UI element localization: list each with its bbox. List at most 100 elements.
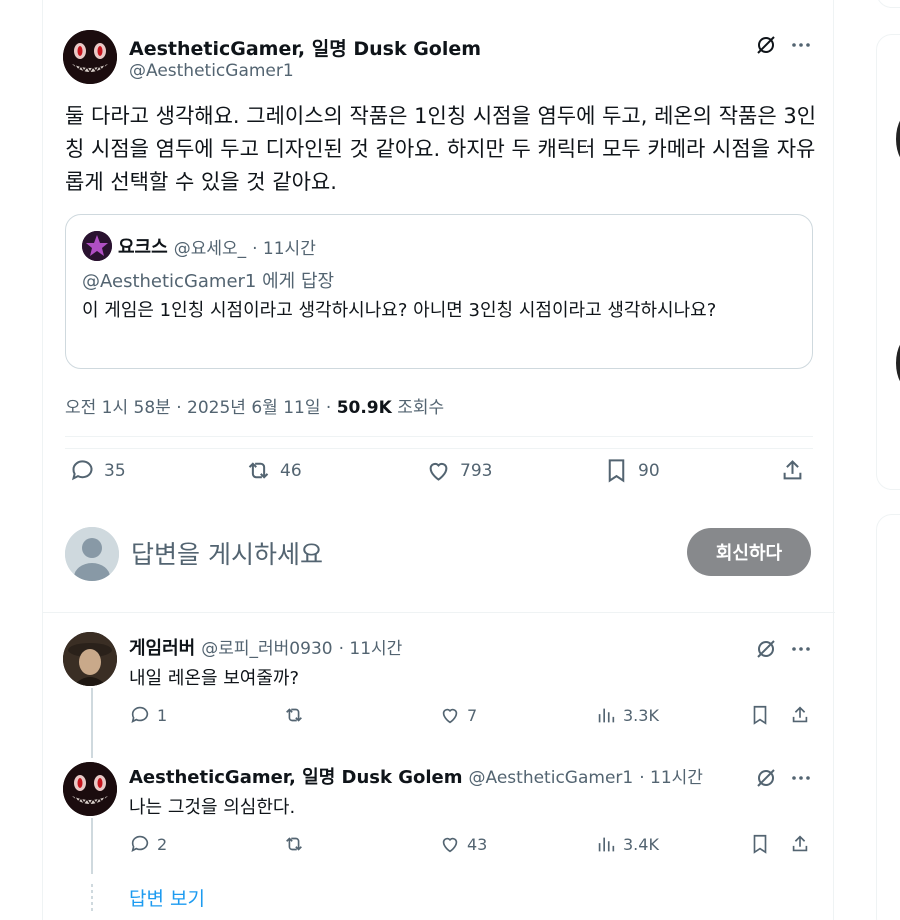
bookmark-button[interactable]	[749, 833, 771, 855]
tweet-timestamp[interactable]: 오전 1시 58분 · 2025년 6월 11일 ·	[65, 398, 337, 418]
repost-icon	[286, 837, 302, 851]
author-avatar[interactable]	[63, 30, 117, 84]
slash-circle-icon	[757, 769, 775, 787]
quote-reply-to: @AestheticGamer1 에게 답장	[82, 271, 335, 292]
author-name[interactable]: AestheticGamer, 일명 Dusk Golem	[129, 34, 481, 61]
reply-composer: 답변을 게시하세요 회신하다	[43, 503, 835, 613]
bookmark-button[interactable]: 90	[603, 457, 660, 484]
share-icon	[783, 460, 802, 480]
bookmark-button[interactable]	[749, 704, 771, 726]
reply-bubble-icon	[131, 706, 149, 723]
more-button[interactable]	[786, 634, 816, 664]
like-count: 43	[467, 834, 488, 854]
views-button[interactable]: 3.4K	[595, 833, 659, 855]
share-button[interactable]	[789, 704, 811, 726]
reply-input[interactable]: 답변을 게시하세요	[131, 535, 323, 571]
tweet-meta: 오전 1시 58분 · 2025년 6월 11일 · 50.9K 조회수	[65, 393, 444, 418]
slash-circle-icon	[757, 640, 775, 658]
views-count: 3.4K	[623, 834, 659, 854]
quote-author-handle: @요세오_	[173, 238, 247, 259]
heart-icon	[442, 837, 458, 853]
reply-count: 35	[104, 460, 126, 481]
quote-time: · 11시간	[252, 238, 316, 259]
repost-icon	[248, 462, 269, 479]
reply-text: 내일 레온을 보여줄까?	[129, 668, 300, 689]
bar-chart-icon	[598, 837, 615, 852]
reply-header: 게임러버 @로피_러버0930 · 11시간	[129, 634, 402, 660]
reply-author-handle[interactable]: @로피_러버0930	[201, 634, 332, 659]
repost-button[interactable]	[283, 704, 311, 726]
trends-card	[876, 34, 900, 490]
reply-item[interactable]: 게임러버 @로피_러버0930 · 11시간 내일 레온을 보여줄까? 1 7	[43, 634, 835, 744]
grok-button[interactable]	[751, 763, 781, 793]
default-user-icon	[65, 527, 119, 581]
reply-button[interactable]: 1	[129, 704, 167, 726]
user-avatar[interactable]	[65, 527, 119, 581]
repost-button[interactable]	[283, 833, 311, 855]
quote-author-name: 요크스	[118, 237, 168, 258]
bookmark-icon	[608, 459, 625, 483]
quote-text: 이 게임은 1인칭 시점이라고 생각하시나요? 아니면 3인칭 시점이라고 생각…	[82, 300, 717, 321]
grok-button[interactable]	[751, 634, 781, 664]
quote-avatar	[82, 231, 112, 261]
quote-header: 요크스 @요세오_ · 11시간	[82, 231, 316, 261]
right-sidebar	[834, 0, 900, 920]
reply-text: 나는 그것을 의심한다.	[129, 797, 296, 818]
share-button[interactable]	[779, 457, 806, 484]
more-button[interactable]	[786, 763, 816, 793]
reply-header: AestheticGamer, 일명 Dusk Golem @Aesthetic…	[129, 763, 703, 789]
reply-button[interactable]: 2	[129, 833, 167, 855]
repost-button[interactable]: 46	[245, 457, 302, 484]
action-bar: 35 46 793 90	[65, 448, 813, 500]
more-dots-icon	[792, 647, 810, 651]
show-replies-link[interactable]: 답변 보기	[129, 884, 205, 911]
reply-item[interactable]: AestheticGamer, 일명 Dusk Golem @Aesthetic…	[43, 763, 835, 873]
like-button[interactable]: 7	[439, 704, 477, 726]
reply-bubble-icon	[71, 460, 93, 481]
reply-count: 2	[157, 834, 168, 854]
bookmark-icon	[753, 705, 767, 725]
more-dots-icon	[792, 43, 810, 47]
share-button[interactable]	[789, 833, 811, 855]
tweet-text: 둘 다라고 생각해요. 그레이스의 작품은 1인칭 시점을 염두에 두고, 레온…	[65, 104, 817, 194]
share-icon	[792, 706, 808, 723]
reply-button[interactable]: 35	[69, 457, 126, 484]
quoted-tweet[interactable]: 요크스 @요세오_ · 11시간 @AestheticGamer1 에게 답장 …	[65, 214, 813, 369]
reply-author-name[interactable]: 게임러버	[129, 634, 195, 660]
reply-author-handle[interactable]: @AestheticGamer1	[469, 768, 634, 788]
bar-chart-icon	[598, 708, 615, 723]
views-count: 3.3K	[623, 705, 659, 725]
more-button[interactable]	[786, 30, 816, 60]
search-box[interactable]	[876, 0, 900, 8]
reply-actions: 1 7 3.3K	[129, 704, 819, 734]
author-handle[interactable]: @AestheticGamer1	[129, 61, 294, 81]
main-column: AestheticGamer, 일명 Dusk Golem @Aesthetic…	[42, 0, 835, 920]
like-count: 7	[467, 705, 478, 725]
like-button[interactable]: 43	[439, 833, 487, 855]
views-count: 50.9K	[336, 398, 392, 418]
trending-card	[876, 514, 900, 920]
grok-button[interactable]	[751, 30, 781, 60]
repost-count: 46	[280, 460, 302, 481]
reply-count: 1	[157, 705, 168, 725]
divider	[65, 436, 813, 437]
reply-submit-button[interactable]: 회신하다	[687, 528, 811, 576]
reply-bubble-icon	[131, 835, 149, 852]
like-count: 793	[460, 460, 493, 481]
bookmark-icon	[753, 834, 767, 854]
views-button[interactable]: 3.3K	[595, 704, 659, 726]
share-icon	[792, 835, 808, 852]
repost-icon	[286, 708, 302, 722]
heart-icon	[442, 708, 458, 724]
reply-actions: 2 43 3.4K	[129, 833, 819, 863]
reply-time: · 11시간	[639, 768, 703, 788]
slash-circle-icon	[757, 36, 775, 54]
bookmark-count: 90	[638, 460, 660, 481]
heart-icon	[429, 462, 448, 481]
reply-author-name[interactable]: AestheticGamer, 일명 Dusk Golem	[129, 763, 463, 789]
purple-star-icon	[82, 231, 112, 261]
thread-continuation	[91, 884, 93, 914]
monster-face-icon	[63, 30, 117, 84]
like-button[interactable]: 793	[425, 457, 492, 484]
more-dots-icon	[792, 776, 810, 780]
